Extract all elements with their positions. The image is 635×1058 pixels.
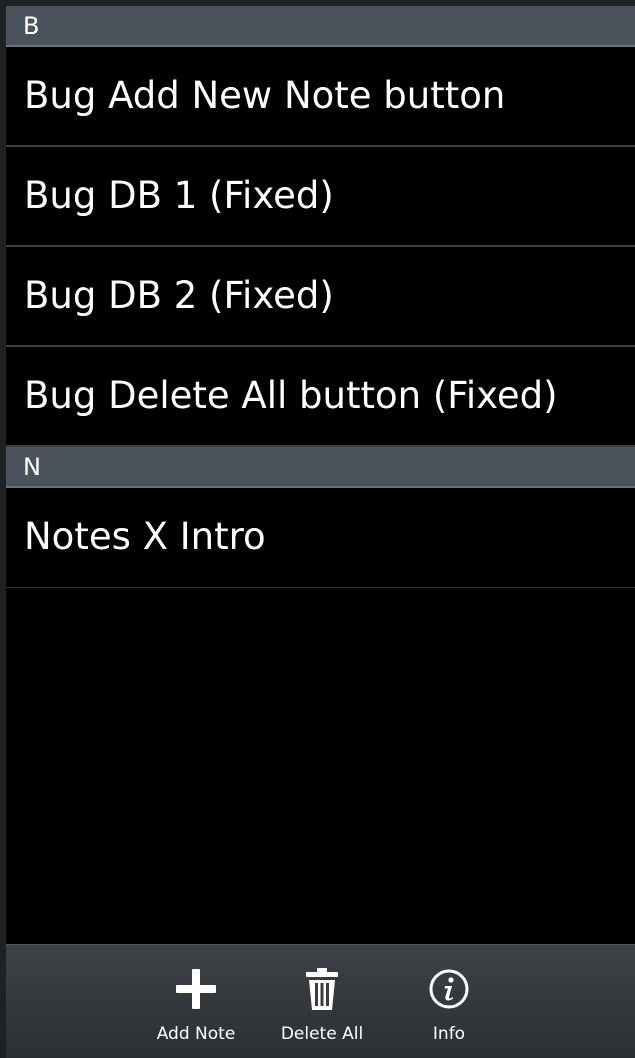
info-label: Info [432,1024,466,1044]
add-note-label: Add Note [156,1024,236,1044]
info-button[interactable]: Info [394,945,504,1058]
delete-all-button[interactable]: Delete All [267,945,377,1058]
notes-list-view: B Bug Add New Note button Bug DB 1 (Fixe… [6,6,635,1058]
notes-list[interactable]: B Bug Add New Note button Bug DB 1 (Fixe… [6,6,635,588]
section-header-b: B [6,6,635,47]
trash-icon [306,968,338,1010]
delete-all-label: Delete All [280,1024,364,1044]
list-item[interactable]: Bug DB 2 (Fixed) [6,247,635,347]
app-screen: B Bug Add New Note button Bug DB 1 (Fixe… [0,0,635,1058]
add-note-button[interactable]: Add Note [141,945,251,1058]
info-icon [429,969,469,1009]
section-header-n: N [6,447,635,488]
list-item[interactable]: Notes X Intro [6,488,635,588]
plus-icon [176,969,216,1009]
action-bar: Add Note Delete All Info [6,944,635,1058]
list-item[interactable]: Bug DB 1 (Fixed) [6,147,635,247]
list-item[interactable]: Bug Add New Note button [6,47,635,147]
list-item[interactable]: Bug Delete All button (Fixed) [6,347,635,447]
